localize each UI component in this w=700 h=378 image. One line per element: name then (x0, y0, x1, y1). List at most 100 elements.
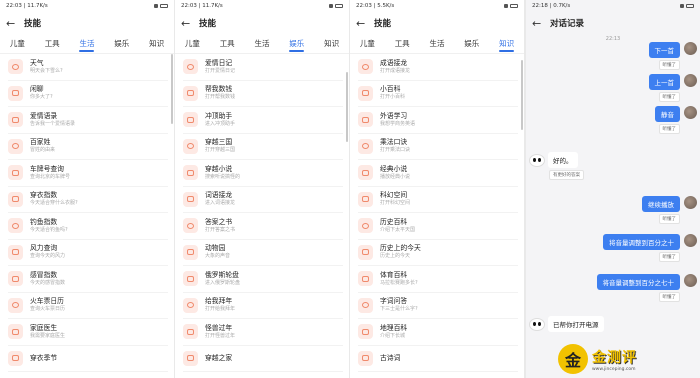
user-message: 上一首听懂了 (648, 74, 697, 102)
skill-item[interactable]: 爱情语录 告诉我一个爱情语录 (8, 107, 168, 134)
tab-children[interactable]: 儿童 (183, 34, 202, 54)
signal-icon (154, 4, 158, 8)
skill-item[interactable]: 地理百科 介绍下长城 (358, 319, 518, 346)
back-arrow-icon[interactable]: ← (532, 17, 542, 30)
back-arrow-icon[interactable]: ← (181, 17, 191, 30)
feedback-tag[interactable]: 听懂了 (658, 252, 680, 262)
feedback-tag[interactable]: 听懂了 (658, 60, 680, 70)
header: ← 技能 (0, 12, 174, 34)
skill-icon (8, 138, 23, 154)
skill-item[interactable]: 穿衣季节 (8, 346, 168, 372)
skill-item[interactable]: 科幻空间 打开科幻空间 (358, 187, 518, 213)
skill-item[interactable]: 给我拜年 打开给我拜年 (183, 293, 343, 319)
skill-item[interactable]: 帮我数钱 打开帮我数钱 (183, 81, 343, 107)
skill-icon (358, 271, 373, 287)
skill-item[interactable]: 穿衣指数 今天适合穿什么衣服? (8, 187, 168, 213)
skill-item[interactable]: 冲顶助手 进入冲顶助手 (183, 107, 343, 134)
skill-item[interactable]: 火车票日历 查询火车票日历 (8, 293, 168, 319)
scrollbar[interactable] (521, 60, 523, 130)
skill-item[interactable]: 动物园 大象的声音 (183, 240, 343, 266)
skill-example: 打开乘法口诀 (380, 147, 411, 154)
skill-name: 闲聊 (30, 85, 44, 94)
skill-item[interactable]: 天气 明天会下雪么? (8, 54, 168, 81)
tab-children[interactable]: 儿童 (8, 34, 27, 54)
back-arrow-icon[interactable]: ← (356, 17, 366, 30)
tab-tools[interactable]: 工具 (393, 34, 412, 54)
status-bar: 22:18 | 0.7K/s (526, 0, 700, 12)
skill-item[interactable]: 闲聊 你多大了? (8, 81, 168, 107)
feedback-tag[interactable]: 听懂了 (658, 124, 680, 134)
skill-item[interactable]: 外语学习 我想学商务英语 (358, 107, 518, 134)
tab-children[interactable]: 儿童 (358, 34, 377, 54)
skill-item[interactable]: 成语接龙 打开成语接龙 (358, 54, 518, 81)
skill-item[interactable]: 怪兽过年 打开怪兽过年 (183, 319, 343, 346)
skill-example: 查询火车票日历 (30, 306, 66, 313)
skill-item[interactable]: 车牌号查询 查询北京的车牌号 (8, 160, 168, 187)
feedback-tag[interactable]: 听懂了 (658, 214, 680, 224)
message-bubble[interactable]: 将音量调整到百分之七十 (596, 274, 680, 290)
skill-item[interactable]: 答案之书 打开答案之书 (183, 213, 343, 240)
message-bubble[interactable]: 已帮你打开电源 (548, 316, 604, 332)
phone-skills-life: 22:03 | 11.7K/s ← 技能 儿童 工具 生活 娱乐 知识 天气 明天… (0, 0, 174, 378)
skill-icon (358, 59, 373, 75)
tab-life[interactable]: 生活 (252, 34, 271, 54)
battery-icon (510, 4, 518, 8)
tab-knowledge[interactable]: 知识 (322, 34, 341, 54)
scrollbar[interactable] (346, 72, 348, 142)
category-tabs: 儿童 工具 生活 娱乐 知识 (350, 34, 524, 54)
skill-icon (183, 138, 198, 154)
skill-item[interactable]: 百家姓 冒姓的由来 (8, 134, 168, 160)
skill-item[interactable]: 俄罗斯轮盘 进入俄罗斯轮盘 (183, 266, 343, 293)
skill-item[interactable]: 乘法口诀 打开乘法口诀 (358, 134, 518, 160)
tab-life[interactable]: 生活 (427, 34, 446, 54)
skill-item[interactable]: 小百科 打开小百科 (358, 81, 518, 107)
skill-item[interactable]: 穿越三国 打开穿越三国 (183, 134, 343, 160)
feedback-tag[interactable]: 听懂了 (658, 92, 680, 102)
skill-item[interactable]: 体育百科 马拉松赛跑多长? (358, 266, 518, 293)
skill-name: 字词问答 (380, 297, 408, 306)
message-bubble[interactable]: 下一首 (648, 42, 680, 58)
skill-icon (183, 350, 198, 366)
tab-entertainment[interactable]: 娱乐 (287, 34, 306, 54)
scrollbar[interactable] (171, 54, 173, 124)
tab-entertainment[interactable]: 娱乐 (112, 34, 131, 54)
tab-tools[interactable]: 工具 (43, 34, 62, 54)
skill-name: 小百科 (380, 85, 401, 94)
skill-item[interactable]: 家庭医生 我需要家庭医生 (8, 319, 168, 346)
back-arrow-icon[interactable]: ← (6, 17, 16, 30)
message-bubble[interactable]: 继续播放 (642, 196, 680, 212)
skill-item[interactable]: 穿越小说 搜索听说搞怪的 (183, 160, 343, 187)
message-bubble[interactable]: 好的。 (548, 152, 578, 168)
skill-item[interactable]: 风力查询 查询今天的风力 (8, 240, 168, 266)
skill-name: 钓鱼指数 (30, 217, 58, 226)
tab-knowledge[interactable]: 知识 (147, 34, 166, 54)
skill-item[interactable]: 钓鱼指数 今天适合钓鱼吗? (8, 213, 168, 240)
message-bubble[interactable]: 将音量调整到百分之十 (603, 234, 680, 250)
skill-icon (358, 244, 373, 260)
tab-entertainment[interactable]: 娱乐 (462, 34, 481, 54)
feedback-tag[interactable]: 听懂了 (658, 292, 680, 302)
skill-example: 打开答案之书 (205, 226, 236, 233)
message-bubble[interactable]: 上一首 (648, 74, 680, 90)
skill-item[interactable]: 历史上的今天 历史上的今天 (358, 240, 518, 266)
skill-icon (8, 218, 23, 234)
skill-item[interactable]: 爱情日记 打开爱情日记 (183, 54, 343, 81)
feedback-tag[interactable]: 有更好的答案 (549, 170, 584, 180)
skill-item[interactable]: 感冒指数 今天的感冒指数 (8, 266, 168, 293)
skill-example: 播放经典小说 (380, 173, 411, 180)
skill-item[interactable]: 字词问答 下三士是什么字? (358, 293, 518, 319)
skill-name: 词语接龙 (205, 191, 233, 200)
skill-item[interactable]: 古诗词 (358, 346, 518, 372)
message-bubble[interactable]: 静音 (655, 106, 680, 122)
skill-item[interactable]: 穿越之家 (183, 346, 343, 372)
category-tabs: 儿童 工具 生活 娱乐 知识 (0, 34, 174, 54)
skill-item[interactable]: 词语接龙 进入词语接龙 (183, 187, 343, 213)
skill-name: 动物园 (205, 244, 226, 253)
skill-item[interactable]: 历史百科 介绍下太平天国 (358, 213, 518, 240)
tab-knowledge[interactable]: 知识 (497, 34, 516, 54)
skill-example: 马拉松赛跑多长? (380, 279, 418, 286)
skill-item[interactable]: 经典小说 播放经典小说 (358, 160, 518, 187)
chat-area[interactable]: 22:13 下一首 听懂了 上一首 听懂了 静音 听懂了 好的。 有更好的答案 继续播放 听懂了将… (526, 34, 700, 378)
tab-life[interactable]: 生活 (77, 34, 96, 54)
tab-tools[interactable]: 工具 (218, 34, 237, 54)
